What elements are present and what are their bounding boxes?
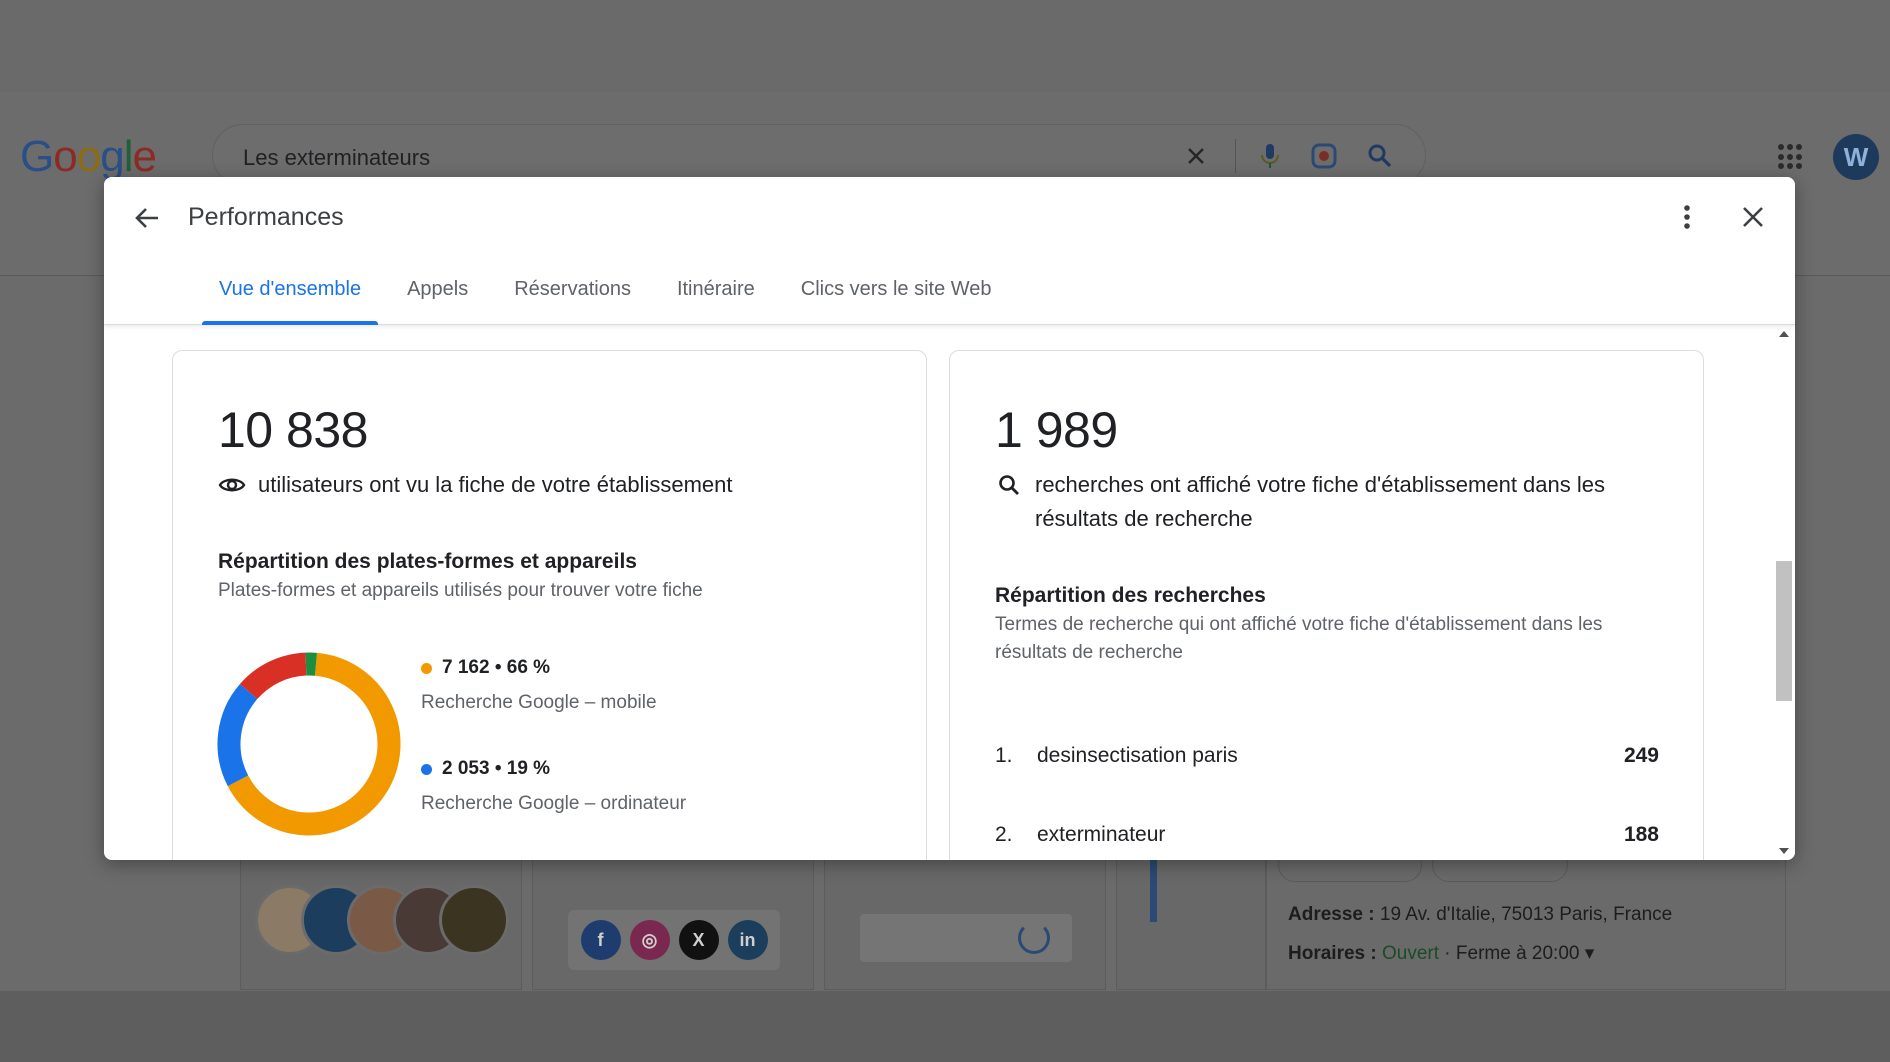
- address-label: Adresse :: [1288, 904, 1375, 925]
- search-divider: [1235, 139, 1236, 173]
- facebook-icon[interactable]: f: [580, 920, 621, 960]
- more-vert-icon: [1683, 204, 1691, 235]
- views-total: 10 838: [218, 402, 368, 458]
- search-term-count: 188: [1623, 823, 1659, 846]
- legend-item-desktop: 2 053 • 19 % Recherche Google – ordinate…: [421, 758, 686, 815]
- apps-grid-icon[interactable]: [1778, 144, 1804, 170]
- searches-total: 1 989: [995, 402, 1118, 458]
- scroll-down-arrow[interactable]: [1779, 848, 1789, 854]
- tab-directions[interactable]: Itinéraire: [654, 277, 778, 325]
- hours-value: · Ferme à 20:00: [1444, 943, 1580, 964]
- linkedin-icon[interactable]: in: [727, 920, 768, 960]
- microphone-icon[interactable]: [1253, 139, 1287, 173]
- x-icon[interactable]: X: [678, 920, 719, 960]
- searches-section-title: Répartition des recherches: [995, 584, 1266, 607]
- logo-letter: o: [53, 132, 78, 181]
- search-term-rank: 2.: [995, 823, 1013, 846]
- hours-label: Horaires :: [1288, 943, 1377, 964]
- hours-line[interactable]: Horaires : Ouvert · Ferme à 20:00 ▾: [1288, 942, 1672, 965]
- legend-label: Recherche Google – ordinateur: [421, 793, 687, 814]
- performances-dialog: Performances Vue d'ensemble Appels Réser…: [104, 177, 1795, 860]
- search-icon: [995, 468, 1023, 502]
- background-bottom: [0, 991, 1890, 1062]
- logo-letter: o: [76, 132, 102, 181]
- legend-label: Recherche Google – mobile: [421, 692, 657, 713]
- dialog-scrollbar[interactable]: [1771, 325, 1795, 860]
- search-input[interactable]: Les exterminateurs: [243, 145, 430, 171]
- donut-slice-1[interactable]: [217, 683, 258, 787]
- searches-caption-row: recherches ont affiché votre fiche d'éta…: [995, 468, 1665, 536]
- tab-overview[interactable]: Vue d'ensemble: [196, 277, 384, 325]
- tab-website-clicks[interactable]: Clics vers le site Web: [778, 277, 1015, 325]
- search-term-row: 1. desinsectisation paris 249: [995, 744, 1659, 768]
- legend-item-mobile: 7 162 • 66 % Recherche Google – mobile: [421, 657, 657, 714]
- back-button[interactable]: [126, 199, 168, 241]
- background-top: [0, 0, 1890, 92]
- views-caption: utilisateurs ont vu la fiche de votre ét…: [258, 472, 733, 497]
- background-accent-bar: [1150, 858, 1157, 922]
- arrow-left-icon: [134, 205, 160, 236]
- hours-status: Ouvert: [1381, 943, 1440, 964]
- logo-letter: G: [20, 132, 54, 181]
- business-info: Adresse : 19 Av. d'Italie, 75013 Paris, …: [1288, 904, 1672, 965]
- legend-dot-orange: [421, 662, 432, 674]
- user-avatar[interactable]: W: [1833, 134, 1879, 180]
- search-icon[interactable]: [1363, 139, 1397, 173]
- more-options-button[interactable]: [1667, 199, 1707, 239]
- platforms-section-subtitle: Plates-formes et appareils utilisés pour…: [218, 580, 703, 601]
- close-icon: [1742, 206, 1764, 233]
- search-term-rank: 1.: [995, 744, 1013, 767]
- legend-value: 2 053 • 19 %: [442, 758, 551, 779]
- instagram-icon[interactable]: ◎: [629, 920, 670, 960]
- dialog-header: Performances Vue d'ensemble Appels Réser…: [104, 177, 1795, 325]
- views-caption-row: utilisateurs ont vu la fiche de votre ét…: [218, 468, 732, 502]
- dialog-body: 10 838 utilisateurs ont vu la fiche de v…: [104, 325, 1795, 860]
- search-term-row: 2. exterminateur 188: [995, 823, 1659, 847]
- searches-caption: recherches ont affiché votre fiche d'éta…: [1035, 472, 1606, 531]
- search-term: desinsectisation paris: [1037, 744, 1238, 767]
- background-card: [1116, 858, 1266, 990]
- address-line: Adresse : 19 Av. d'Italie, 75013 Paris, …: [1288, 904, 1672, 926]
- loading-icon: [1018, 922, 1050, 954]
- avatar: [439, 885, 509, 955]
- social-icons: f ◎ X in: [568, 910, 780, 970]
- search-term-count: 249: [1623, 744, 1659, 767]
- reviewer-avatars: [255, 885, 515, 957]
- profile-views-card: 10 838 utilisateurs ont vu la fiche de v…: [172, 350, 927, 860]
- legend-dot-blue: [421, 763, 432, 775]
- logo-letter: g: [100, 132, 125, 181]
- tab-calls[interactable]: Appels: [384, 277, 491, 325]
- scroll-up-arrow[interactable]: [1779, 331, 1789, 337]
- google-logo[interactable]: Google: [20, 132, 157, 182]
- chevron-down-icon[interactable]: ▾: [1585, 943, 1595, 964]
- lens-icon[interactable]: [1307, 139, 1341, 173]
- logo-letter: e: [132, 132, 157, 181]
- searches-section-subtitle: Termes de recherche qui ont affiché votr…: [995, 614, 1603, 663]
- platforms-donut-chart: [217, 652, 401, 836]
- scroll-thumb[interactable]: [1776, 561, 1792, 701]
- searches-card: 1 989 recherches ont affiché votre fiche…: [949, 350, 1704, 860]
- legend-value: 7 162 • 66 %: [442, 657, 551, 678]
- eye-icon: [218, 468, 246, 502]
- dialog-title: Performances: [188, 203, 344, 231]
- user-initial: W: [1843, 141, 1869, 172]
- close-button[interactable]: [1733, 199, 1773, 239]
- donut-slice-2[interactable]: [239, 652, 307, 700]
- search-term: exterminateur: [1037, 823, 1166, 846]
- platforms-section-title: Répartition des plates-formes et apparei…: [218, 550, 637, 573]
- address-value: 19 Av. d'Italie, 75013 Paris, France: [1379, 904, 1673, 925]
- performance-tabs: Vue d'ensemble Appels Réservations Itiné…: [196, 277, 1015, 325]
- clear-search-icon[interactable]: [1179, 139, 1213, 173]
- tab-bookings[interactable]: Réservations: [491, 277, 654, 325]
